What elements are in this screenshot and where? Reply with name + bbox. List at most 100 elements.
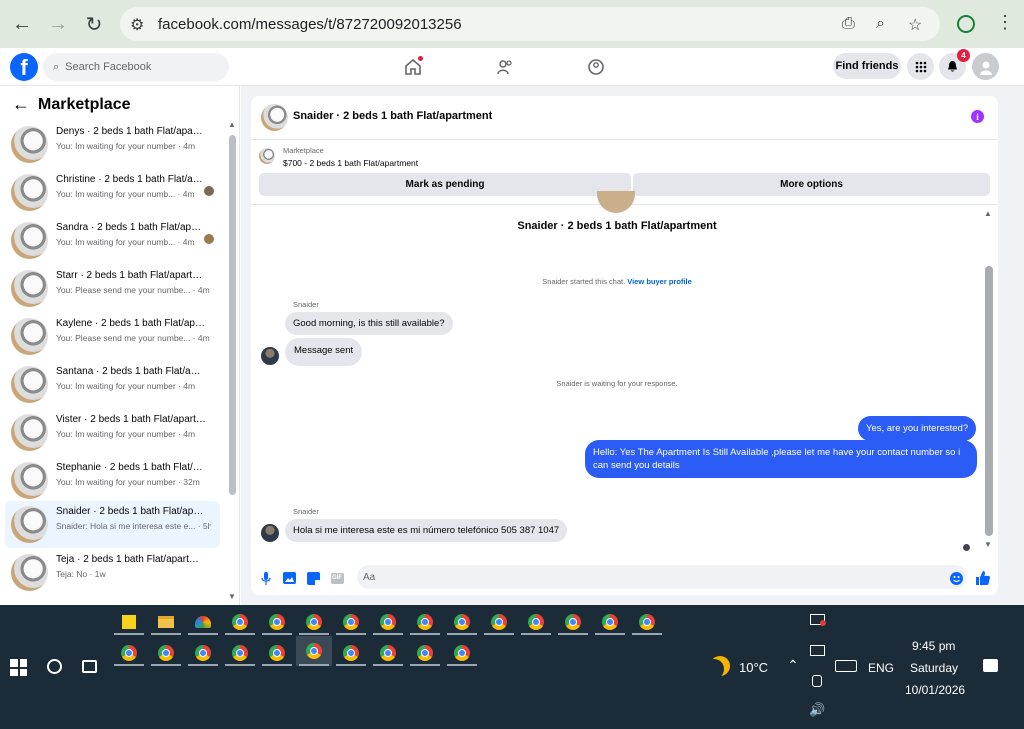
chrome-window[interactable] <box>407 609 443 635</box>
gif-icon[interactable]: GIF <box>330 571 344 585</box>
buyer-avatar <box>597 191 635 213</box>
chrome-window[interactable] <box>592 609 628 635</box>
friends-icon[interactable] <box>494 56 516 78</box>
clock-time[interactable]: 9:45 pm <box>912 639 955 653</box>
show-hidden-icons-icon[interactable]: ⌃ <box>787 657 799 674</box>
weather-temp[interactable]: 10°C <box>739 660 768 675</box>
chrome-window[interactable] <box>185 640 221 666</box>
conversation-item[interactable]: Denys · 2 beds 1 bath Flat/apartment You… <box>5 121 220 168</box>
mark-pending-button[interactable]: Mark as pending <box>259 173 631 196</box>
search-input[interactable]: ⌕ Search Facebook <box>43 53 229 81</box>
volume-icon[interactable]: 🔊 <box>809 702 825 718</box>
sender-avatar[interactable] <box>261 524 279 542</box>
chrome-window[interactable] <box>222 609 258 635</box>
windows-start-icon[interactable] <box>10 659 27 676</box>
weather-moon-icon[interactable] <box>704 659 724 679</box>
clock-day[interactable]: Saturday <box>910 661 958 675</box>
sidebar-scrollbar[interactable] <box>229 135 236 495</box>
chrome-window[interactable] <box>259 609 295 635</box>
menu-dots-icon[interactable]: ⋮ <box>996 12 1014 33</box>
chrome-window-active[interactable] <box>296 636 332 666</box>
chrome-window[interactable] <box>259 640 295 666</box>
message-input[interactable]: Aa <box>357 565 967 589</box>
conversation-item[interactable]: Sandra · 2 beds 1 bath Flat/apartment Yo… <box>5 217 220 264</box>
like-icon[interactable] <box>976 571 990 585</box>
chrome-window[interactable] <box>333 640 369 666</box>
chrome-window[interactable] <box>296 609 332 635</box>
reload-icon[interactable]: ↻ <box>76 6 112 42</box>
search-circle-icon[interactable] <box>47 659 62 674</box>
clock-date[interactable]: 10/01/2026 <box>905 683 965 697</box>
zoom-icon[interactable]: ⌕ <box>876 15 885 33</box>
chrome-window[interactable] <box>555 609 591 635</box>
conversation-item[interactable]: Kaylene · 2 beds 1 bath Flat/apartment Y… <box>5 313 220 360</box>
info-icon[interactable]: i <box>971 110 984 123</box>
sender-name: Snaider <box>293 300 319 309</box>
more-options-button[interactable]: More options <box>633 173 990 196</box>
emoji-icon[interactable] <box>949 571 963 585</box>
chrome-icon <box>343 645 359 661</box>
bookmark-star-icon[interactable]: ☆ <box>908 15 922 35</box>
conversation-item[interactable]: Starr · 2 beds 1 bath Flat/apartment You… <box>5 265 220 312</box>
photo-icon[interactable] <box>282 571 296 585</box>
incoming-message[interactable]: Good morning, is this still available? <box>285 312 453 335</box>
facebook-logo[interactable]: f <box>10 53 38 81</box>
conversation-item-active[interactable]: Snaider · 2 beds 1 bath Flat/apartment S… <box>5 501 220 548</box>
conversation-item[interactable]: Christine · 2 beds 1 bath Flat/apartment… <box>5 169 220 216</box>
chrome-window[interactable] <box>148 640 184 666</box>
chrome-window[interactable] <box>444 609 480 635</box>
keyboard-icon[interactable] <box>835 660 857 672</box>
back-arrow-icon[interactable]: ← <box>12 94 30 115</box>
profile-icon[interactable] <box>957 15 975 33</box>
sticky-notes-app[interactable] <box>111 609 147 635</box>
find-friends-button[interactable]: Find friends <box>833 53 901 79</box>
scroll-up-icon[interactable]: ▲ <box>984 209 992 218</box>
sender-avatar[interactable] <box>261 347 279 365</box>
conversation-preview: You: Im waiting for your number · 32m <box>56 477 200 487</box>
outgoing-message[interactable]: Hello: Yes The Apartment Is Still Availa… <box>585 440 977 478</box>
chrome-window[interactable] <box>111 640 147 666</box>
menu-grid-icon[interactable] <box>907 53 934 80</box>
scroll-down-icon[interactable]: ▼ <box>984 540 992 549</box>
chrome-window[interactable] <box>222 640 258 666</box>
conversation-item[interactable]: Vister · 2 beds 1 bath Flat/apartment Yo… <box>5 409 220 456</box>
chrome-window[interactable] <box>481 609 517 635</box>
file-explorer-app[interactable] <box>148 609 184 635</box>
incoming-message[interactable]: Message sent <box>285 338 363 366</box>
forward-icon[interactable]: → <box>40 6 76 42</box>
conversation-item[interactable]: Stephanie · 2 beds 1 bath Flat/apartment… <box>5 457 220 504</box>
account-avatar[interactable] <box>972 53 999 80</box>
incoming-message[interactable]: Hola si me interesa este es mi número te… <box>285 519 568 542</box>
camera-icon[interactable] <box>812 675 822 687</box>
notifications-icon[interactable] <box>983 659 998 672</box>
conversation-item[interactable]: Santana · 2 beds 1 bath Flat/apartment Y… <box>5 361 220 408</box>
search-placeholder: Search Facebook <box>65 61 152 73</box>
chat-scrollbar[interactable] <box>985 266 993 536</box>
scroll-down-icon[interactable]: ▼ <box>228 592 236 601</box>
site-info-icon[interactable]: ⚙ <box>130 15 144 35</box>
monitor-icon[interactable] <box>810 645 825 656</box>
sticker-icon[interactable] <box>306 571 320 585</box>
task-view-icon[interactable] <box>82 660 97 673</box>
language-indicator[interactable]: ENG <box>868 661 894 675</box>
groups-icon[interactable] <box>585 56 607 78</box>
install-icon[interactable]: ⎙ <box>842 15 855 33</box>
view-buyer-profile-link[interactable]: View buyer profile <box>627 277 691 286</box>
chat-title[interactable]: Snaider · 2 beds 1 bath Flat/apartment <box>293 110 492 122</box>
outgoing-message[interactable]: Yes, are you interested? <box>858 416 977 441</box>
chrome-window[interactable] <box>333 609 369 635</box>
chrome-window[interactable] <box>518 609 554 635</box>
paint-app[interactable] <box>185 609 221 635</box>
chrome-window[interactable] <box>370 640 406 666</box>
address-bar[interactable]: ⚙ facebook.com/messages/t/87272009201325… <box>120 7 940 41</box>
listing-thumbnail[interactable] <box>261 104 288 131</box>
back-icon[interactable]: ← <box>4 6 40 42</box>
conversation-item[interactable]: Teja · 2 beds 1 bath Flat/apartment Teja… <box>5 549 220 596</box>
running-indicator <box>336 633 366 635</box>
chrome-window[interactable] <box>407 640 443 666</box>
chrome-window[interactable] <box>629 609 665 635</box>
scroll-up-icon[interactable]: ▲ <box>228 120 236 129</box>
chrome-window[interactable] <box>444 640 480 666</box>
microphone-icon[interactable] <box>259 571 273 585</box>
chrome-window[interactable] <box>370 609 406 635</box>
